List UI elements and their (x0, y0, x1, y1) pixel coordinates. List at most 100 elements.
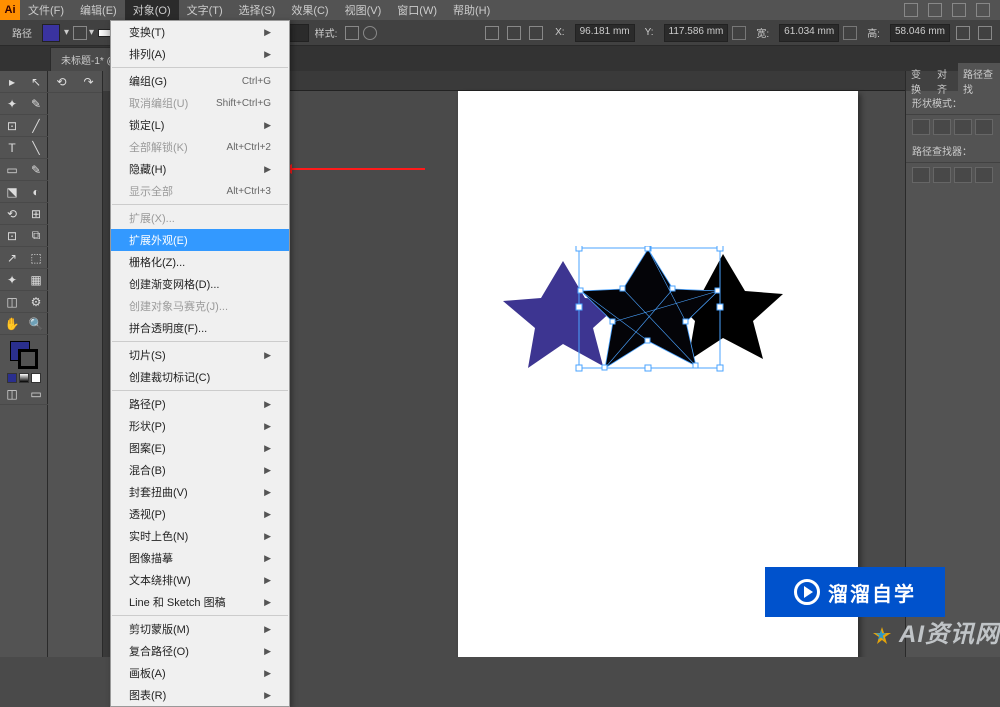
change-screen-icon[interactable]: ▭ (24, 383, 48, 405)
layout4-icon[interactable] (976, 3, 990, 17)
intersect-icon[interactable] (954, 119, 972, 135)
menu-item-0[interactable]: 变换(T)▶ (111, 21, 289, 43)
tool-8-1[interactable]: ⬚ (24, 247, 48, 269)
redo-icon[interactable]: ↷ (75, 71, 102, 93)
app-logo: Ai (0, 0, 20, 20)
layout-icon[interactable] (904, 3, 918, 17)
tool-0-1[interactable]: ↖ (24, 71, 48, 93)
menu-item-12[interactable]: 栅格化(Z)... (111, 251, 289, 273)
menu-item-27[interactable]: 图像描摹▶ (111, 547, 289, 569)
exclude-icon[interactable] (975, 119, 993, 135)
menu-item-21[interactable]: 形状(P)▶ (111, 415, 289, 437)
menu-0[interactable]: 文件(F) (20, 0, 72, 21)
tool-10-0[interactable]: ◫ (0, 291, 24, 313)
menu-item-15[interactable]: 拼合透明度(F)... (111, 317, 289, 339)
divide-icon[interactable] (912, 167, 930, 183)
align-icon[interactable] (485, 26, 499, 40)
link-icon[interactable] (732, 26, 746, 40)
selected-shape[interactable] (493, 246, 783, 376)
layout3-icon[interactable] (952, 3, 966, 17)
menu-item-33[interactable]: 画板(A)▶ (111, 662, 289, 684)
merge-icon[interactable] (954, 167, 972, 183)
menu-item-3[interactable]: 编组(G)Ctrl+G (111, 70, 289, 92)
tool-10-1[interactable]: ⚙ (24, 291, 48, 313)
menu-item-18[interactable]: 创建裁切标记(C) (111, 366, 289, 388)
tool-9-0[interactable]: ✦ (0, 269, 24, 291)
menu-5[interactable]: 效果(C) (283, 0, 336, 21)
crop-icon[interactable] (975, 167, 993, 183)
menu-item-17[interactable]: 切片(S)▶ (111, 344, 289, 366)
color-mode-icon[interactable] (7, 373, 17, 383)
menu-item-29[interactable]: Line 和 Sketch 图稿▶ (111, 591, 289, 613)
undo-icon[interactable]: ⟲ (48, 71, 75, 93)
menu-item-28[interactable]: 文本绕排(W)▶ (111, 569, 289, 591)
fill-stroke-swatch[interactable] (10, 341, 38, 369)
menu-item-34[interactable]: 图表(R)▶ (111, 684, 289, 706)
tool-6-1[interactable]: ⊞ (24, 203, 48, 225)
menu-7[interactable]: 窗口(W) (389, 0, 445, 21)
tool-7-0[interactable]: ⊡ (0, 225, 24, 247)
tool-4-0[interactable]: ▭ (0, 159, 24, 181)
menu-item-11[interactable]: 扩展外观(E) (111, 229, 289, 251)
tool-9-1[interactable]: ▦ (24, 269, 48, 291)
link-wh-icon[interactable] (843, 26, 857, 40)
tool-2-0[interactable]: ⊡ (0, 115, 24, 137)
tool-0-0[interactable]: ▸ (0, 71, 24, 93)
menu-item-20[interactable]: 路径(P)▶ (111, 393, 289, 415)
tool-11-1[interactable]: 🔍 (24, 313, 48, 335)
w-field[interactable]: 61.034 mm (779, 24, 839, 42)
menu-item-5[interactable]: 锁定(L)▶ (111, 114, 289, 136)
tool-3-0[interactable]: T (0, 137, 24, 159)
transform-icon[interactable] (507, 26, 521, 40)
trim-icon[interactable] (933, 167, 951, 183)
more-icon[interactable] (978, 26, 992, 40)
none-mode-icon[interactable] (31, 373, 41, 383)
ref-point-icon[interactable] (956, 26, 970, 40)
menu-item-7[interactable]: 隐藏(H)▶ (111, 158, 289, 180)
minus-front-icon[interactable] (933, 119, 951, 135)
menu-2[interactable]: 对象(O) (125, 0, 179, 21)
menu-item-31[interactable]: 剪切蒙版(M)▶ (111, 618, 289, 640)
tool-11-0[interactable]: ✋ (0, 313, 24, 335)
style-swatch[interactable] (345, 26, 359, 40)
gradient-mode-icon[interactable] (19, 373, 29, 383)
tool-1-0[interactable]: ✦ (0, 93, 24, 115)
tool-4-1[interactable]: ✎ (24, 159, 48, 181)
tool-7-1[interactable]: ⧉ (24, 225, 48, 247)
menu-item-25[interactable]: 透视(P)▶ (111, 503, 289, 525)
menu-item-1[interactable]: 排列(A)▶ (111, 43, 289, 65)
menu-8[interactable]: 帮助(H) (445, 0, 498, 21)
menu-item-23[interactable]: 混合(B)▶ (111, 459, 289, 481)
screen-mode-icon[interactable]: ◫ (0, 383, 24, 405)
menu-item-26[interactable]: 实时上色(N)▶ (111, 525, 289, 547)
tool-6-0[interactable]: ⟲ (0, 203, 24, 225)
tab-pathfinder[interactable]: 路径查找 (958, 63, 1000, 99)
y-field[interactable]: 117.586 mm (664, 24, 729, 42)
tab-align[interactable]: 对齐 (932, 63, 958, 99)
shape-icon[interactable] (529, 26, 543, 40)
layout2-icon[interactable] (928, 3, 942, 17)
tool-2-1[interactable]: ╱ (24, 115, 48, 137)
recolor-icon[interactable] (363, 26, 377, 40)
tool-5-1[interactable]: ◐ (24, 181, 48, 203)
unite-icon[interactable] (912, 119, 930, 135)
h-field[interactable]: 58.046 mm (890, 24, 950, 42)
menu-item-13[interactable]: 创建渐变网格(D)... (111, 273, 289, 295)
tab-transform[interactable]: 变换 (906, 63, 932, 99)
stroke-swatch[interactable] (73, 26, 87, 40)
menu-item-24[interactable]: 封套扭曲(V)▶ (111, 481, 289, 503)
menu-3[interactable]: 文字(T) (179, 0, 231, 21)
tool-3-1[interactable]: ╲ (24, 137, 48, 159)
tool-5-0[interactable]: ⬔ (0, 181, 24, 203)
fill-swatch[interactable] (42, 24, 60, 42)
menu-item-22[interactable]: 图案(E)▶ (111, 437, 289, 459)
dropdown-arrow-icon[interactable]: ▾ (89, 27, 94, 38)
tool-8-0[interactable]: ↗ (0, 247, 24, 269)
menu-6[interactable]: 视图(V) (337, 0, 390, 21)
menu-4[interactable]: 选择(S) (231, 0, 284, 21)
menu-1[interactable]: 编辑(E) (72, 0, 125, 21)
menu-item-32[interactable]: 复合路径(O)▶ (111, 640, 289, 662)
dropdown-arrow-icon[interactable]: ▾ (64, 27, 69, 38)
tool-1-1[interactable]: ✎ (24, 93, 48, 115)
x-field[interactable]: 96.181 mm (575, 24, 635, 42)
